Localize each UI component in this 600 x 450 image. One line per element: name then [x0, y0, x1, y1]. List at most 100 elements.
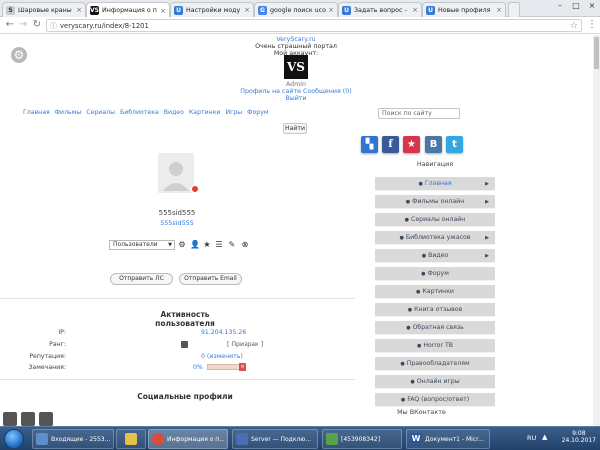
new-tab-button[interactable]: [508, 2, 520, 17]
tab-close-icon[interactable]: ×: [160, 7, 166, 15]
account-links[interactable]: Профиль на сайте Сообщения (0): [230, 88, 362, 95]
site-link[interactable]: VeryScary.ru: [250, 36, 342, 43]
tab-favicon-icon: U: [342, 5, 351, 15]
menu-icon[interactable]: ⋮: [586, 19, 598, 31]
bullet-icon: ●: [421, 253, 427, 259]
sidebar-nav-item[interactable]: ● Книга отзывов: [375, 303, 495, 317]
rank-label: Ранг:: [49, 341, 66, 348]
warnings-add-icon[interactable]: ×: [239, 363, 246, 371]
logout-link[interactable]: Выйти: [250, 95, 342, 102]
sidebar-nav-item[interactable]: ● Horror TB: [375, 339, 495, 353]
bullet-icon: ●: [418, 181, 423, 187]
taskbar-item[interactable]: W Документ1 - Micr...: [406, 429, 490, 449]
page-info-icon[interactable]: ⓘ: [50, 21, 57, 31]
sidebar-nav-item[interactable]: ● Онлайн игры: [375, 375, 495, 389]
site-logo: VS: [284, 55, 308, 79]
reload-icon[interactable]: ↻: [31, 19, 43, 31]
taskbar-item-label: Документ1 - Micr...: [425, 435, 484, 443]
sidebar-nav-item[interactable]: ● FAQ (вопрос/ответ): [375, 393, 495, 407]
block-icon[interactable]: ⊗: [240, 239, 250, 250]
sidebar-nav-item[interactable]: ● Форум: [375, 267, 495, 281]
system-clock[interactable]: 9:08 24.10.2017: [562, 430, 596, 444]
maximize-icon[interactable]: □: [568, 0, 584, 12]
top-menu-item[interactable]: Фильмы: [55, 109, 82, 116]
settings-icon[interactable]: ⚙: [177, 239, 187, 250]
minimize-icon[interactable]: –: [552, 0, 568, 12]
top-menu-item[interactable]: Видео: [164, 109, 184, 116]
address-bar[interactable]: ⓘ veryscary.ru/index/8-1201 ☆: [46, 19, 582, 32]
user-icon[interactable]: 👤: [190, 239, 200, 250]
browser-tab-active[interactable]: VS Информация о п ×: [86, 2, 170, 18]
twitter-icon[interactable]: t: [446, 136, 463, 153]
sidebar-nav-item[interactable]: ● Библиотека ужасов ▶: [375, 231, 495, 245]
social-profile-icon[interactable]: [3, 412, 17, 426]
browser-tab[interactable]: U Новые профиля ×: [422, 2, 506, 17]
sidebar-nav-item[interactable]: ● Картинки: [375, 285, 495, 299]
find-button[interactable]: Найти: [283, 123, 307, 134]
top-menu-item[interactable]: Главная: [23, 109, 50, 116]
sidebar-nav-item[interactable]: ● Обратная связь: [375, 321, 495, 335]
status-dot: [191, 185, 199, 193]
tab-title: google поиск ucoz -: [270, 6, 326, 14]
edit-icon[interactable]: ✎: [227, 239, 237, 250]
taskbar-item[interactable]: [116, 429, 146, 449]
page-scrollbar[interactable]: [593, 35, 600, 426]
tab-title: Шаровые краны: [18, 6, 72, 14]
social-profiles-title: Социальные профили: [137, 392, 233, 401]
user-group-select[interactable]: Пользователи ▼: [109, 240, 175, 250]
browser-tab[interactable]: S Шаровые краны ×: [2, 2, 86, 17]
reputation-value[interactable]: 0 (изменить): [201, 353, 243, 360]
tab-close-icon[interactable]: ×: [76, 6, 82, 14]
browser-tab-strip: S Шаровые краны × VS Информация о п × U …: [0, 0, 600, 18]
bookmark-star-icon[interactable]: ☆: [570, 21, 578, 31]
facebook-icon[interactable]: f: [382, 136, 399, 153]
site-search-input[interactable]: Поиск по сайту: [378, 108, 460, 119]
sidebar-nav-label: Обратная связь: [412, 324, 464, 331]
social-profile-icon[interactable]: [21, 412, 35, 426]
star-icon[interactable]: ★: [202, 239, 212, 250]
browser-tab[interactable]: U Задать вопрос - ×: [338, 2, 422, 17]
profile-username-link[interactable]: 555sid555: [140, 219, 214, 227]
top-menu-item[interactable]: Форум: [247, 109, 268, 116]
sidebar-nav-item[interactable]: ● Видео ▶: [375, 249, 495, 263]
tray-arrow-icon[interactable]: ▲: [542, 433, 547, 441]
sidebar-nav-item[interactable]: ● Фильмы онлайн ▶: [375, 195, 495, 209]
tab-close-icon[interactable]: ×: [496, 6, 502, 14]
ip-value[interactable]: 91.204.135.26: [201, 329, 246, 336]
activity-title: Активность пользователя: [155, 310, 215, 328]
sidebar-nav-item[interactable]: ● Главная ▶: [375, 177, 495, 191]
back-icon[interactable]: ←: [4, 19, 16, 31]
send-email-button[interactable]: Отправить Email: [179, 273, 242, 285]
taskbar-item-active[interactable]: Информация о п...: [148, 429, 228, 449]
sidebar-nav-item[interactable]: ● Сериалы онлайн: [375, 213, 495, 227]
user-group-value: Пользователи: [113, 241, 158, 248]
scrollbar-thumb[interactable]: [594, 37, 599, 69]
vkontakte-icon[interactable]: B: [425, 136, 442, 153]
top-menu-item[interactable]: Картинки: [189, 109, 221, 116]
gear-icon[interactable]: ⚙: [11, 47, 27, 63]
tab-favicon-icon: U: [174, 5, 183, 15]
mail-client-icon: [36, 433, 48, 445]
taskbar-item[interactable]: Входящие - 2553...: [32, 429, 114, 449]
forward-icon[interactable]: →: [17, 19, 29, 31]
taskbar-item[interactable]: Server — Подклю...: [232, 429, 318, 449]
start-button-icon[interactable]: [4, 429, 24, 449]
top-menu-item[interactable]: Игры: [225, 109, 242, 116]
tab-title: Настройки моду: [186, 6, 241, 14]
language-indicator[interactable]: RU: [527, 434, 536, 442]
favorite-icon[interactable]: ★: [403, 136, 420, 153]
top-menu-item[interactable]: Библиотека: [120, 109, 159, 116]
top-menu-item[interactable]: Сериалы: [86, 109, 115, 116]
sidebar-nav-item[interactable]: ● Правообладателям: [375, 357, 495, 371]
list-icon[interactable]: ☰: [214, 239, 224, 250]
close-window-icon[interactable]: ×: [584, 0, 600, 12]
tab-close-icon[interactable]: ×: [328, 6, 334, 14]
tab-close-icon[interactable]: ×: [244, 6, 250, 14]
browser-tab[interactable]: G google поиск ucoz - ×: [254, 2, 338, 17]
delicious-icon[interactable]: ▚: [361, 136, 378, 153]
tab-close-icon[interactable]: ×: [412, 6, 418, 14]
taskbar-item[interactable]: [453908342]: [322, 429, 402, 449]
social-profile-icon[interactable]: [39, 412, 53, 426]
browser-tab[interactable]: U Настройки моду ×: [170, 2, 254, 17]
send-pm-button[interactable]: Отправить ЛС: [110, 273, 173, 285]
